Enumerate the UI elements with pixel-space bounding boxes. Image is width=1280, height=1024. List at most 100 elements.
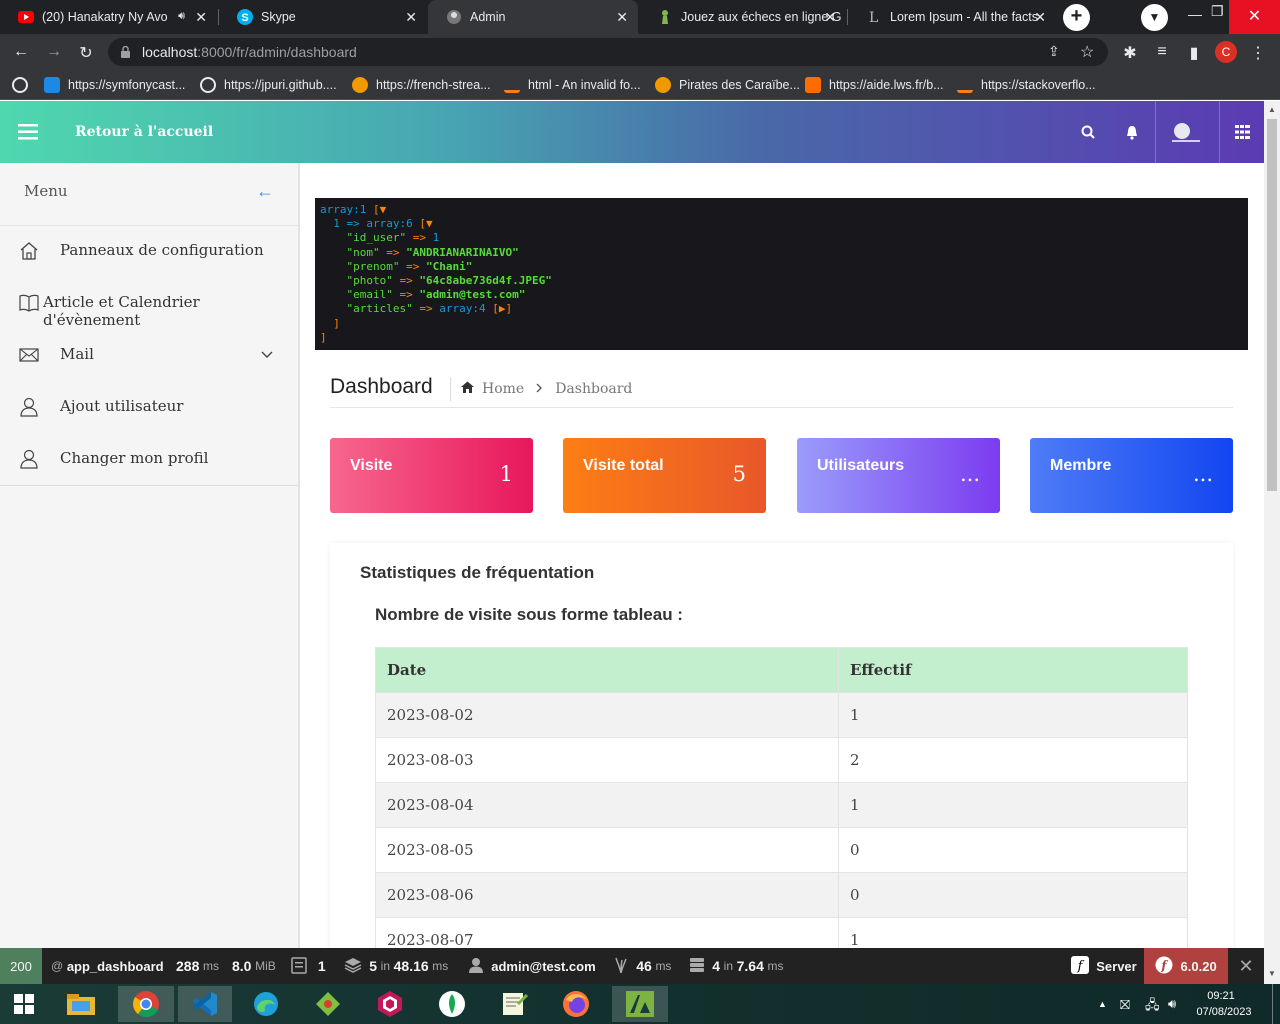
scrollbar-thumb[interactable]	[1267, 119, 1277, 491]
date-cell: 2023-08-02	[375, 692, 839, 738]
apps-globe-icon[interactable]	[12, 77, 28, 93]
dump-key: "articles"	[320, 302, 413, 316]
dump-toggle[interactable]: [▼	[413, 217, 432, 230]
bookmark-item[interactable]: https://jpuri.github....	[200, 77, 337, 93]
symfony-app-icon[interactable]	[612, 986, 668, 1022]
close-tab-icon[interactable]: ✕	[616, 9, 628, 26]
mongodb-compass-icon[interactable]	[430, 986, 474, 1022]
count-cell: 1	[838, 692, 1188, 738]
scroll-down-icon[interactable]: ▼	[1268, 969, 1276, 978]
database-panel[interactable]: 4 in 7.64 ms	[689, 948, 784, 984]
forms-panel[interactable]: 1	[291, 948, 326, 984]
cache-panel[interactable]: 5 in 48.16 ms	[344, 948, 448, 984]
tab-title: Jouez aux échecs en ligne G	[681, 10, 842, 24]
windows-start-icon[interactable]	[2, 986, 46, 1022]
symfony-circle-icon: f	[1155, 956, 1173, 977]
bookmark-item[interactable]: Pirates des Caraïbe...	[655, 77, 800, 93]
close-tab-icon[interactable]: ✕	[195, 9, 207, 26]
bookmark-item[interactable]: https://french-strea...	[352, 77, 491, 93]
dump-value: "ANDRIANARINAIVO"	[406, 245, 519, 259]
close-tab-icon[interactable]: ✕	[824, 9, 836, 26]
bookmark-star-icon[interactable]: ☆	[1080, 42, 1094, 62]
search-icon[interactable]	[1068, 101, 1108, 163]
sidebar-item-mail[interactable]: Mail	[0, 329, 298, 381]
time-panel[interactable]: 288 ms	[176, 948, 219, 984]
close-tab-icon[interactable]: ✕	[1034, 9, 1046, 26]
network-error-icon[interactable]: ⛝	[1120, 997, 1130, 1013]
media-control-icon[interactable]: ≡	[1152, 43, 1172, 61]
bookmark-item[interactable]: https://aide.lws.fr/b...	[805, 77, 944, 93]
firefox-icon[interactable]	[554, 986, 598, 1022]
hamburger-menu-icon[interactable]	[0, 101, 56, 163]
profile-avatar[interactable]: C	[1215, 41, 1237, 63]
home-link[interactable]: Retour à l'accueil	[75, 124, 213, 140]
svg-text:L: L	[869, 10, 878, 25]
bookmark-item[interactable]: https://symfonycast...	[44, 77, 185, 93]
volume-icon[interactable]: 🔊︎	[1168, 996, 1176, 1012]
side-panel-icon[interactable]: ▮	[1184, 43, 1204, 63]
dump-text: ]	[320, 316, 340, 330]
version-panel[interactable]: f 6.0.20	[1144, 948, 1228, 984]
edge-icon[interactable]	[244, 986, 288, 1022]
dump-toggle[interactable]: [▶]	[486, 302, 512, 315]
breadcrumb-home-link[interactable]: Home	[482, 381, 524, 397]
minimize-button[interactable]: —	[1188, 6, 1202, 22]
show-desktop-button[interactable]	[1272, 984, 1273, 1024]
clock-time[interactable]: 09:21	[1196, 990, 1246, 1002]
tab-search-button[interactable]: ▼	[1141, 4, 1168, 31]
memory-panel[interactable]: 8.0 MiB	[232, 948, 276, 984]
new-tab-button[interactable]: +	[1063, 4, 1090, 31]
speaker-icon[interactable]: 🔊︎	[178, 10, 185, 23]
extensions-icon[interactable]: ✱	[1120, 43, 1140, 63]
lock-icon[interactable]	[121, 45, 130, 58]
sidebar-item-profile[interactable]: Changer mon profil	[0, 433, 298, 485]
sidebar-item-label: Panneaux de configuration	[60, 241, 264, 259]
back-icon[interactable]: ←	[11, 43, 31, 61]
network-icon[interactable]: 🖧︎	[1145, 996, 1160, 1018]
dump-value: "Chani"	[425, 259, 473, 273]
tab-skype[interactable]: S Skype ✕	[219, 0, 427, 34]
twig-panel[interactable]: 46 ms	[613, 948, 671, 984]
dump-toggle[interactable]: [▼	[366, 203, 386, 216]
laragon-icon[interactable]	[368, 986, 412, 1022]
grid-menu-icon[interactable]	[1222, 101, 1262, 163]
scroll-up-icon[interactable]: ▲	[1268, 105, 1276, 114]
file-explorer-icon[interactable]	[59, 986, 103, 1022]
table-row: 2023-08-07 1	[375, 917, 1188, 948]
address-bar[interactable]: localhost:8000/fr/admin/dashboard ⇪ ☆	[108, 38, 1108, 66]
close-toolbar-icon[interactable]: ✕	[1228, 948, 1264, 984]
sidebar-item-add-user[interactable]: Ajout utilisateur	[0, 381, 298, 433]
collapse-arrow-icon[interactable]: ←	[256, 181, 274, 202]
bookmark-label: https://jpuri.github....	[224, 78, 337, 92]
bookmark-item[interactable]: https://stackoverflo...	[957, 77, 1096, 93]
server-panel[interactable]: f Server	[1071, 948, 1137, 984]
route-panel[interactable]: @ app_dashboard	[51, 948, 164, 984]
user-avatar[interactable]	[1168, 101, 1204, 163]
tab-admin[interactable]: Admin ✕	[428, 0, 638, 34]
close-window-button[interactable]: ✕	[1229, 0, 1280, 34]
tray-expand-icon[interactable]: ▲	[1098, 999, 1107, 1009]
status-code[interactable]: 200	[0, 948, 42, 984]
restore-button[interactable]: ❐	[1211, 3, 1224, 20]
card-utilisateurs: Utilisateurs ...	[797, 438, 1000, 513]
close-tab-icon[interactable]: ✕	[405, 9, 417, 26]
sidebar-item-articles[interactable]: Article et Calendrier d'évènement	[0, 277, 298, 329]
clock-date[interactable]: 07/08/2023	[1194, 1006, 1254, 1018]
tab-lorem[interactable]: L Lorem Ipsum - All the facts ✕	[848, 0, 1056, 34]
share-icon[interactable]: ⇪	[1048, 43, 1060, 60]
reload-icon[interactable]: ↻	[76, 43, 96, 63]
tab-chess[interactable]: Jouez aux échecs en ligne G ✕	[639, 0, 846, 34]
more-menu-icon[interactable]: ⋮	[1248, 43, 1268, 63]
git-gui-icon[interactable]	[306, 986, 350, 1022]
notepad-plus-icon[interactable]	[492, 986, 536, 1022]
sidebar-item-configuration[interactable]: Panneaux de configuration	[0, 225, 298, 277]
bookmark-item[interactable]: html - An invalid fo...	[504, 77, 641, 93]
security-panel[interactable]: admin@test.com	[468, 948, 596, 984]
chevron-down-icon[interactable]	[261, 346, 273, 364]
chrome-icon[interactable]	[118, 986, 174, 1022]
vscode-icon[interactable]	[178, 986, 232, 1022]
tab-youtube[interactable]: (20) Hanakatry Ny Avo 🔊︎ ✕	[0, 0, 217, 34]
forward-icon[interactable]: →	[44, 43, 64, 61]
bell-icon[interactable]	[1112, 101, 1152, 163]
page-scrollbar[interactable]: ▲ ▼	[1264, 101, 1280, 984]
